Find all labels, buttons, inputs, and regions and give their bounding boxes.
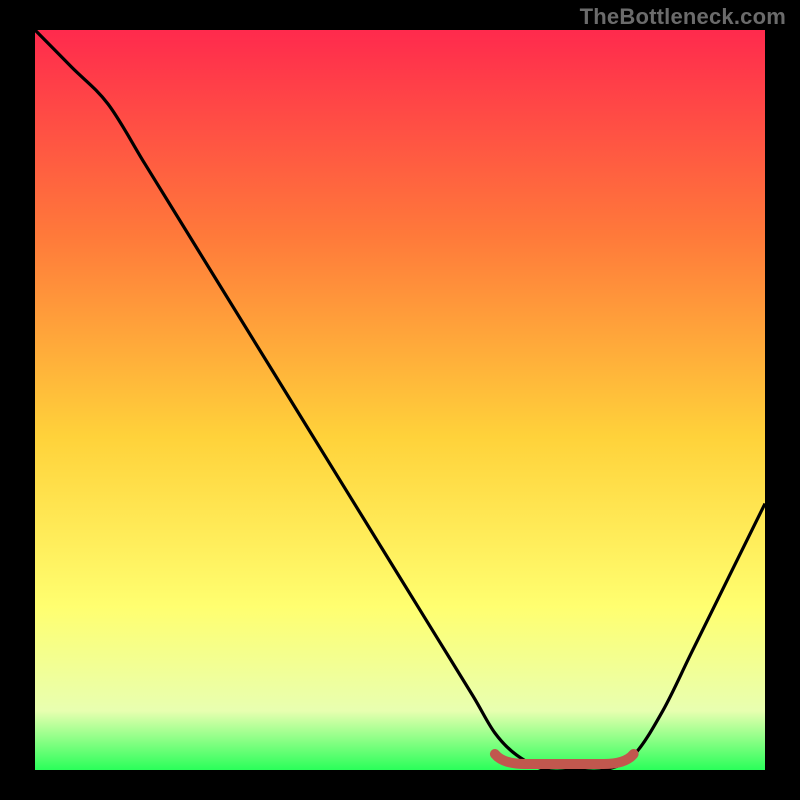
chart-frame: TheBottleneck.com bbox=[0, 0, 800, 800]
watermark-text: TheBottleneck.com bbox=[580, 4, 786, 30]
bottleneck-chart bbox=[0, 0, 800, 800]
plot-area bbox=[35, 30, 765, 770]
